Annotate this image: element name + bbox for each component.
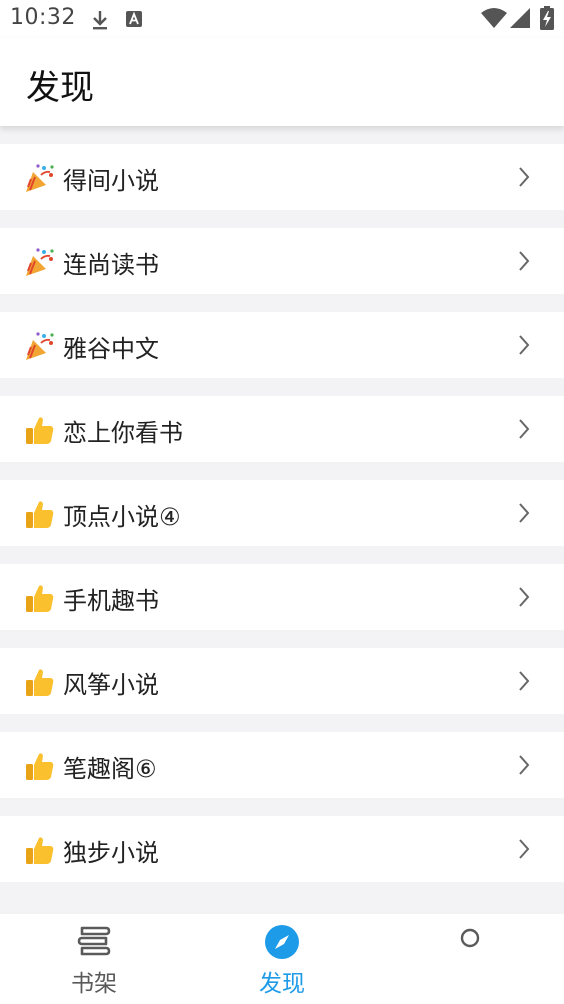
chevron-right-icon [519, 839, 530, 859]
list-item[interactable]: 笔趣阁⑥ [0, 732, 564, 798]
chevron-right-icon [519, 335, 530, 355]
circle-icon [460, 928, 480, 948]
status-bar: 10:32 [0, 0, 564, 38]
list-item-label: 恋上你看书 [63, 419, 183, 447]
status-time: 10:32 [10, 5, 76, 30]
app-bar: 发现 [0, 38, 564, 126]
thumbs-up-icon [26, 669, 54, 696]
chevron-right-icon [519, 167, 530, 187]
list-item[interactable]: 手机趣书 [0, 564, 564, 630]
list-item[interactable]: 得间小说 [0, 144, 564, 210]
list-item[interactable]: 连尚读书 [0, 228, 564, 294]
list-item-label: 连尚读书 [63, 251, 159, 279]
list-item-label: 风筝小说 [63, 671, 159, 699]
list-item-label: 手机趣书 [63, 587, 159, 615]
list-item[interactable]: 顶点小说④ [0, 480, 564, 546]
chevron-right-icon [519, 419, 530, 439]
thumbs-up-icon [26, 753, 54, 780]
chevron-right-icon [519, 587, 530, 607]
signal-icon [510, 8, 530, 28]
page-title: 发现 [26, 68, 94, 108]
chevron-right-icon [519, 755, 530, 775]
party-popper-icon [26, 332, 54, 360]
chevron-right-icon [519, 251, 530, 271]
list-item[interactable]: 雅谷中文 [0, 312, 564, 378]
nav-label-discover: 发现 [259, 971, 305, 997]
a-letter-notification-icon [126, 11, 142, 27]
thumbs-up-icon [26, 501, 54, 528]
list-item-label: 顶点小说④ [63, 503, 181, 531]
chevron-right-icon [519, 503, 530, 523]
nav-item-discover[interactable]: 发现 [188, 914, 376, 1004]
list-item-label: 雅谷中文 [63, 335, 159, 363]
list-item-label: 独步小说 [63, 839, 159, 867]
chevron-right-icon [519, 671, 530, 691]
list-item[interactable]: 独步小说 [0, 816, 564, 882]
wifi-icon [481, 8, 507, 28]
list-item-label: 得间小说 [63, 167, 159, 195]
bottom-navigation: 书架 发现 [0, 914, 564, 1004]
compass-icon [265, 925, 299, 959]
party-popper-icon [26, 164, 54, 192]
nav-label-bookshelf: 书架 [71, 971, 117, 997]
download-icon [93, 11, 107, 30]
list-item[interactable]: 风筝小说 [0, 648, 564, 714]
battery-charging-icon [540, 6, 554, 30]
list-item[interactable]: 恋上你看书 [0, 396, 564, 462]
thumbs-up-icon [26, 837, 54, 864]
nav-item-third[interactable] [376, 914, 564, 1004]
party-popper-icon [26, 248, 54, 276]
thumbs-up-icon [26, 417, 54, 444]
list-item-label: 笔趣阁⑥ [63, 755, 157, 783]
bookshelf-icon [77, 926, 111, 956]
thumbs-up-icon [26, 585, 54, 612]
nav-item-bookshelf[interactable]: 书架 [0, 914, 188, 1004]
source-list: 得间小说 连尚读书 雅谷中文 恋上你看书 顶点小说④ 手机趣书 风筝小说 笔趣阁… [0, 144, 564, 900]
